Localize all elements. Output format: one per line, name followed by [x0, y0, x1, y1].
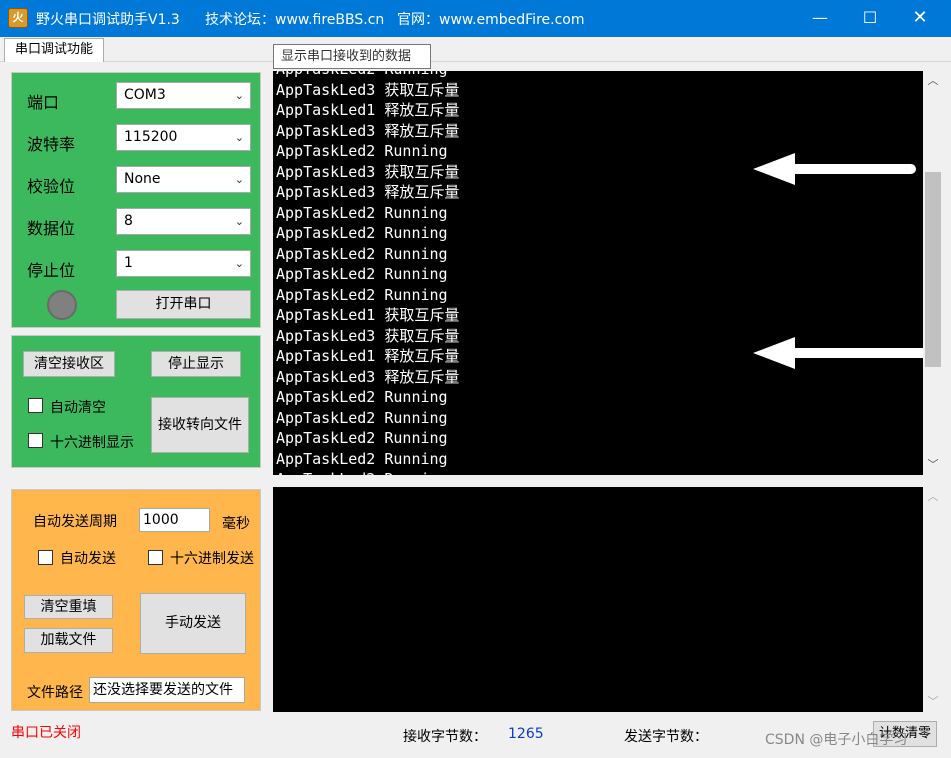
scroll-up-icon[interactable]: ︿: [923, 71, 943, 91]
site-link-text: 官网：www.embedFire.com: [397, 12, 585, 28]
stop-display-button[interactable]: 停止显示: [151, 351, 241, 377]
chevron-down-icon: ⌄: [234, 131, 244, 144]
chevron-down-icon: ⌄: [234, 173, 244, 186]
send-scrollbar[interactable]: [923, 487, 943, 712]
minimize-button[interactable]: —: [797, 0, 843, 37]
receive-area-tooltip: 显示串口接收到的数据: [273, 44, 431, 69]
receive-log-line: AppTaskLed3 释放互斥量: [276, 121, 460, 140]
close-button[interactable]: ✕: [897, 0, 943, 37]
port-select-value: COM3: [124, 87, 166, 103]
hex-send-checkbox[interactable]: [148, 550, 163, 565]
app-title: 野火串口调试助手V1.3: [36, 12, 180, 28]
file-path-input[interactable]: 还没选择要发送的文件: [89, 677, 245, 703]
auto-send-checkbox[interactable]: [38, 550, 53, 565]
receive-log-line: AppTaskLed2 Running: [276, 265, 448, 283]
receive-log-line: AppTaskLed2 Running: [276, 429, 448, 447]
receive-scroll-thumb[interactable]: [925, 172, 941, 367]
send-count-label: 发送字节数：: [624, 729, 708, 745]
receive-count-value: 1265: [508, 726, 544, 742]
receive-log-line: AppTaskLed2 Running: [276, 388, 448, 406]
clear-receive-button[interactable]: 清空接收区: [23, 351, 115, 377]
stop-bits-select[interactable]: 1 ⌄: [116, 250, 251, 277]
receive-log-line: AppTaskLed2 Running: [276, 449, 448, 468]
receive-log-line: AppTaskLed3 获取互斥量: [276, 80, 460, 99]
tab-divider: [0, 61, 951, 62]
receive-log-line: AppTaskLed2 Running: [276, 244, 448, 263]
hex-send-label: 十六进制发送: [170, 551, 254, 567]
data-bits-select[interactable]: 8 ⌄: [116, 208, 251, 235]
port-status-led-icon: [47, 290, 77, 320]
chevron-down-icon: ⌄: [234, 257, 244, 270]
data-bits-select-value: 8: [124, 213, 133, 229]
receive-to-file-button[interactable]: 接收转向文件: [151, 397, 249, 453]
receive-log-list: AppTaskLed2 RunningAppTaskLed3 获取互斥量AppT…: [276, 71, 459, 475]
receive-log-line: AppTaskLed1 释放互斥量: [276, 101, 460, 119]
port-label: 端口: [27, 93, 60, 112]
manual-send-button[interactable]: 手动发送: [140, 593, 246, 654]
auto-send-period-input[interactable]: 1000: [139, 508, 210, 532]
tab-serial-debug[interactable]: 串口调试功能: [4, 38, 104, 62]
receive-log-line: AppTaskLed2 Running: [276, 203, 448, 222]
receive-log-line: AppTaskLed2 Running: [276, 469, 459, 475]
chevron-down-icon: ⌄: [234, 89, 244, 102]
port-select[interactable]: COM3 ⌄: [116, 82, 251, 109]
baud-select[interactable]: 115200 ⌄: [116, 124, 251, 151]
forum-link-text: 技术论坛：www.fireBBS.cn: [205, 12, 385, 28]
receive-log-line: AppTaskLed3 释放互斥量: [276, 367, 460, 386]
receive-log-line: AppTaskLed2 Running: [276, 285, 448, 304]
auto-send-period-label: 自动发送周期: [33, 514, 117, 530]
stop-bits-label: 停止位: [27, 261, 76, 280]
auto-send-label: 自动发送: [60, 551, 116, 567]
period-unit-label: 毫秒: [222, 516, 250, 532]
parity-label: 校验位: [27, 177, 76, 196]
receive-display-area[interactable]: AppTaskLed2 RunningAppTaskLed3 获取互斥量AppT…: [273, 71, 923, 475]
annotation-arrow-icon: [753, 337, 923, 369]
baud-select-value: 115200: [124, 129, 178, 145]
annotation-arrow-icon: [753, 153, 916, 185]
app-logo-icon: 火: [8, 8, 28, 28]
receive-log-line: AppTaskLed2 Running: [276, 408, 448, 427]
csdn-watermark: CSDN @电子小白学习: [765, 732, 908, 748]
receive-log-line: AppTaskLed2 Running: [276, 71, 459, 80]
parity-select[interactable]: None ⌄: [116, 166, 251, 193]
receive-count-label: 接收字节数：: [403, 729, 487, 745]
scroll-down-icon[interactable]: ﹀: [923, 692, 943, 712]
clear-refill-button[interactable]: 清空重填: [24, 595, 113, 619]
auto-clear-checkbox[interactable]: [28, 398, 43, 413]
title-bar: 火 野火串口调试助手V1.3 技术论坛：www.fireBBS.cn 官网：ww…: [0, 0, 951, 37]
load-file-button[interactable]: 加载文件: [24, 628, 113, 653]
receive-log-line: AppTaskLed1 释放互斥量: [276, 347, 460, 365]
maximize-button[interactable]: ☐: [847, 0, 893, 37]
chevron-down-icon: ⌄: [234, 215, 244, 228]
data-bits-label: 数据位: [27, 219, 76, 238]
receive-log-line: AppTaskLed3 获取互斥量: [276, 326, 460, 345]
hex-display-checkbox[interactable]: [28, 433, 43, 448]
send-input-area[interactable]: [273, 487, 923, 712]
receive-log-line: AppTaskLed2 Running: [276, 224, 448, 242]
hex-display-label: 十六进制显示: [50, 435, 134, 451]
parity-select-value: None: [124, 171, 161, 187]
stop-bits-select-value: 1: [124, 255, 133, 271]
receive-log-line: AppTaskLed3 释放互斥量: [276, 183, 460, 201]
scroll-down-icon[interactable]: ﹀: [923, 455, 943, 475]
scroll-up-icon[interactable]: ︿: [923, 487, 943, 507]
receive-log-line: AppTaskLed1 获取互斥量: [276, 306, 460, 324]
open-port-button[interactable]: 打开串口: [116, 290, 251, 319]
receive-log-line: AppTaskLed2 Running: [276, 142, 448, 160]
port-status-text: 串口已关闭: [11, 725, 81, 741]
receive-log-line: AppTaskLed3 获取互斥量: [276, 162, 460, 181]
file-path-label: 文件路径: [27, 685, 83, 701]
auto-clear-label: 自动清空: [50, 400, 106, 416]
baud-label: 波特率: [27, 135, 76, 154]
